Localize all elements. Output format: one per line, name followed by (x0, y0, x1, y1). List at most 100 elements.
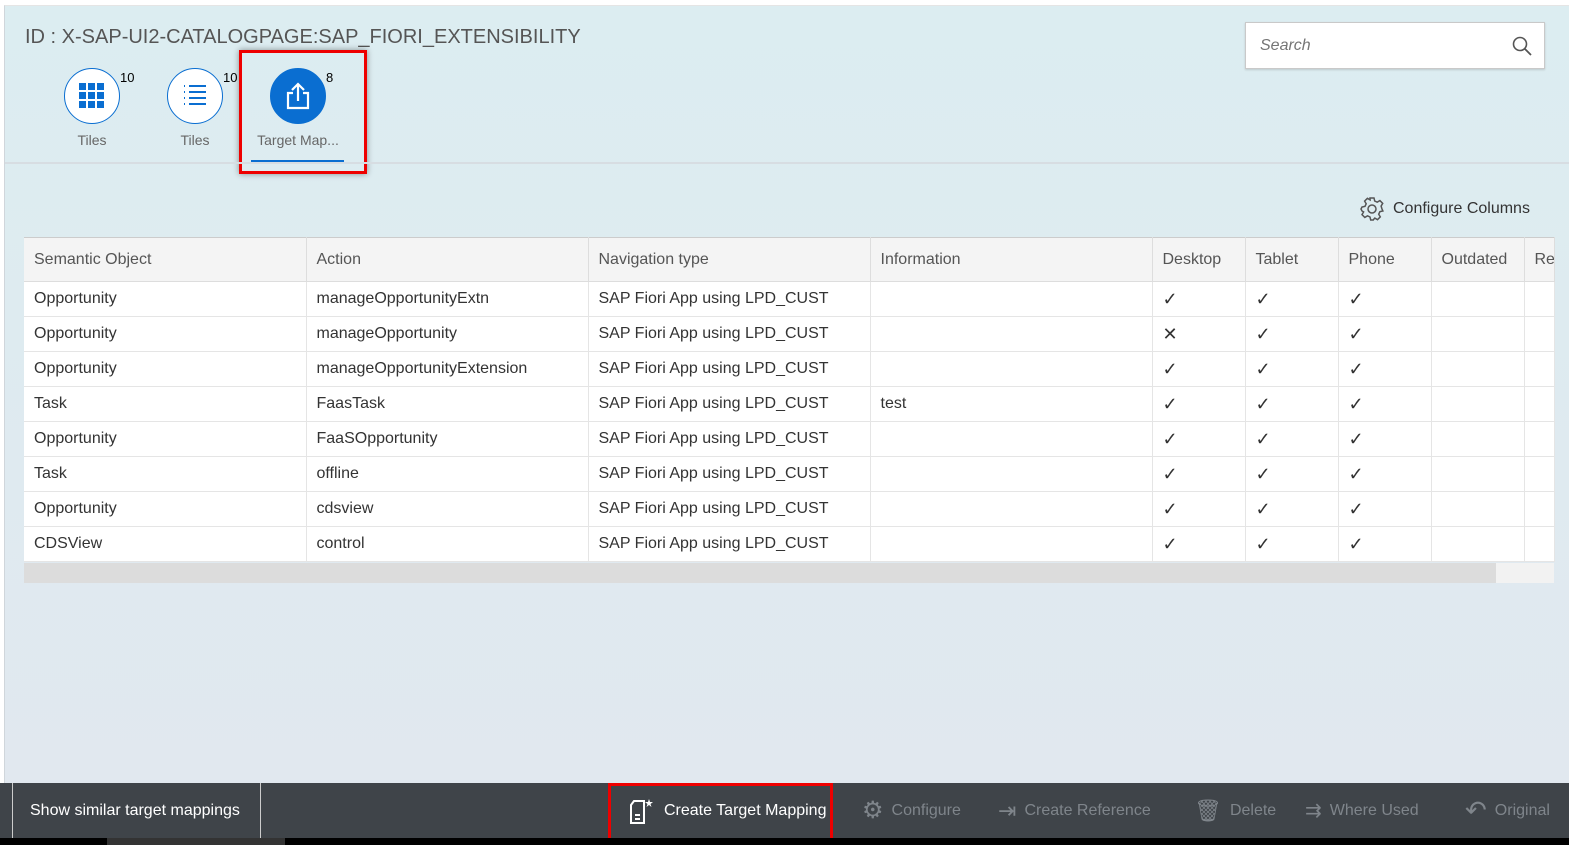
device-status-cell: ✓ (1245, 456, 1339, 492)
show-similar-label: Show similar target mappings (30, 801, 240, 819)
gear-icon (1360, 197, 1384, 221)
horizontal-scrollbar[interactable] (24, 563, 1554, 583)
device-status-cell: ✓ (1338, 526, 1432, 562)
table-cell: SAP Fiori App using LPD_CUST (588, 491, 871, 527)
device-status-cell: ✕ (1152, 316, 1246, 352)
highlight-box (608, 783, 833, 841)
device-status-cell: ✓ (1338, 491, 1432, 527)
search-input[interactable] (1260, 37, 1500, 55)
table-cell (1524, 386, 1555, 422)
table-cell (1524, 456, 1555, 492)
table-cell (1431, 456, 1525, 492)
device-status-cell: ✓ (1152, 281, 1246, 317)
list-icon (184, 85, 206, 105)
table-cell (1431, 316, 1525, 352)
table-cell: FaasTask (306, 386, 589, 422)
column-header[interactable]: Navigation type (588, 237, 871, 282)
device-status-cell: ✓ (1245, 351, 1339, 387)
device-status-cell: ✓ (1245, 316, 1339, 352)
table-cell: CDSView (24, 526, 307, 562)
where-used-icon: ⇉ (1305, 800, 1322, 822)
configure-button[interactable]: ⚙ Configure (862, 783, 961, 838)
table-row[interactable]: Opportunity manageOpportunityExtension SAP… (24, 351, 1555, 387)
table-row[interactable]: Opportunity FaaSOpportunity SAP Fiori App … (24, 421, 1555, 457)
scrollbar-thumb[interactable] (24, 563, 1496, 583)
show-similar-button[interactable]: Show similar target mappings (12, 783, 261, 838)
table-cell (870, 316, 1153, 352)
device-status-cell: ✓ (1245, 526, 1339, 562)
table-cell: Opportunity (24, 316, 307, 352)
tab-tiles-grid[interactable]: 10 Tiles (47, 68, 137, 148)
table-cell (1431, 281, 1525, 317)
column-header[interactable]: Re (1524, 237, 1555, 282)
table-row[interactable]: Opportunity manageOpportunityExtn SAP Fior… (24, 281, 1555, 317)
tab-label: Tiles (180, 132, 210, 148)
table-cell: SAP Fiori App using LPD_CUST (588, 386, 871, 422)
table-cell: control (306, 526, 589, 562)
configure-columns-label: Configure Columns (1393, 200, 1530, 217)
device-status-cell: ✓ (1152, 421, 1246, 457)
device-status-cell: ✓ (1152, 526, 1246, 562)
column-header[interactable]: Tablet (1245, 237, 1339, 282)
column-header[interactable]: Phone (1338, 237, 1432, 282)
table-cell: SAP Fiori App using LPD_CUST (588, 456, 871, 492)
table-cell (870, 456, 1153, 492)
tab-tiles-list[interactable]: 10 Tiles (150, 68, 240, 148)
device-status-cell: ✓ (1152, 456, 1246, 492)
tab-count: 10 (120, 70, 135, 85)
highlight-box (239, 50, 367, 174)
device-status-cell: ✓ (1245, 386, 1339, 422)
column-header[interactable]: Information (870, 237, 1153, 282)
tab-label: Tiles (77, 132, 107, 148)
configure-label: Configure (891, 801, 961, 819)
reference-icon: ⇥ (998, 797, 1017, 823)
table-row[interactable]: CDSView control SAP Fiori App using LPD_CU… (24, 526, 1555, 562)
catalog-page: ID : X-SAP-UI2-CATALOGPAGE:SAP_FIORI_EXT… (4, 5, 1569, 783)
device-status-cell: ✓ (1152, 351, 1246, 387)
table-cell (1524, 491, 1555, 527)
table-cell (870, 281, 1153, 317)
table-cell (1524, 281, 1555, 317)
device-status-cell: ✓ (1152, 386, 1246, 422)
table-cell: Opportunity (24, 281, 307, 317)
column-header[interactable]: Outdated (1431, 237, 1525, 282)
device-status-cell: ✓ (1338, 456, 1432, 492)
device-status-cell: ✓ (1245, 281, 1339, 317)
table-row[interactable]: Opportunity manageOpportunity SAP Fiori Ap… (24, 316, 1555, 352)
table-cell: offline (306, 456, 589, 492)
trash-icon: 🗑 (1194, 797, 1222, 823)
table-cell (870, 526, 1153, 562)
table-cell (870, 421, 1153, 457)
table-row[interactable]: Opportunity cdsview SAP Fiori App using LP… (24, 491, 1555, 527)
table-cell (870, 351, 1153, 387)
delete-button[interactable]: 🗑 Delete (1194, 783, 1276, 838)
table-cell: Opportunity (24, 491, 307, 527)
table-cell: manageOpportunityExtn (306, 281, 589, 317)
table-cell: SAP Fiori App using LPD_CUST (588, 526, 871, 562)
table-cell: manageOpportunityExtension (306, 351, 589, 387)
original-label: Original (1494, 801, 1550, 819)
search-icon[interactable] (1512, 36, 1532, 56)
table-cell: SAP Fiori App using LPD_CUST (588, 281, 871, 317)
column-header[interactable]: Desktop (1152, 237, 1246, 282)
search-field[interactable] (1245, 22, 1545, 69)
device-status-cell: ✓ (1338, 421, 1432, 457)
column-header[interactable]: Action (306, 237, 589, 282)
table-cell (1524, 526, 1555, 562)
table-row[interactable]: Task offline SAP Fiori App using LPD_CUST ✓… (24, 456, 1555, 492)
device-status-cell: ✓ (1245, 421, 1339, 457)
footer-toolbar: Show similar target mappings Create Targ… (0, 783, 1569, 841)
create-reference-button[interactable]: ⇥ Create Reference (998, 783, 1151, 838)
create-reference-label: Create Reference (1024, 801, 1151, 819)
table-row[interactable]: Task FaasTask SAP Fiori App using LPD_CUST… (24, 386, 1555, 422)
where-used-button[interactable]: ⇉ Where Used (1305, 783, 1419, 838)
configure-columns-button[interactable]: Configure Columns (1359, 196, 1530, 222)
original-button[interactable]: ↶ Original (1465, 783, 1550, 838)
where-used-label: Where Used (1329, 801, 1419, 819)
table-cell (1524, 351, 1555, 387)
column-header[interactable]: Semantic Object (24, 237, 307, 282)
device-status-cell: ✓ (1338, 316, 1432, 352)
device-status-cell: ✓ (1245, 491, 1339, 527)
table-cell: FaaSOpportunity (306, 421, 589, 457)
delete-label: Delete (1229, 801, 1277, 819)
